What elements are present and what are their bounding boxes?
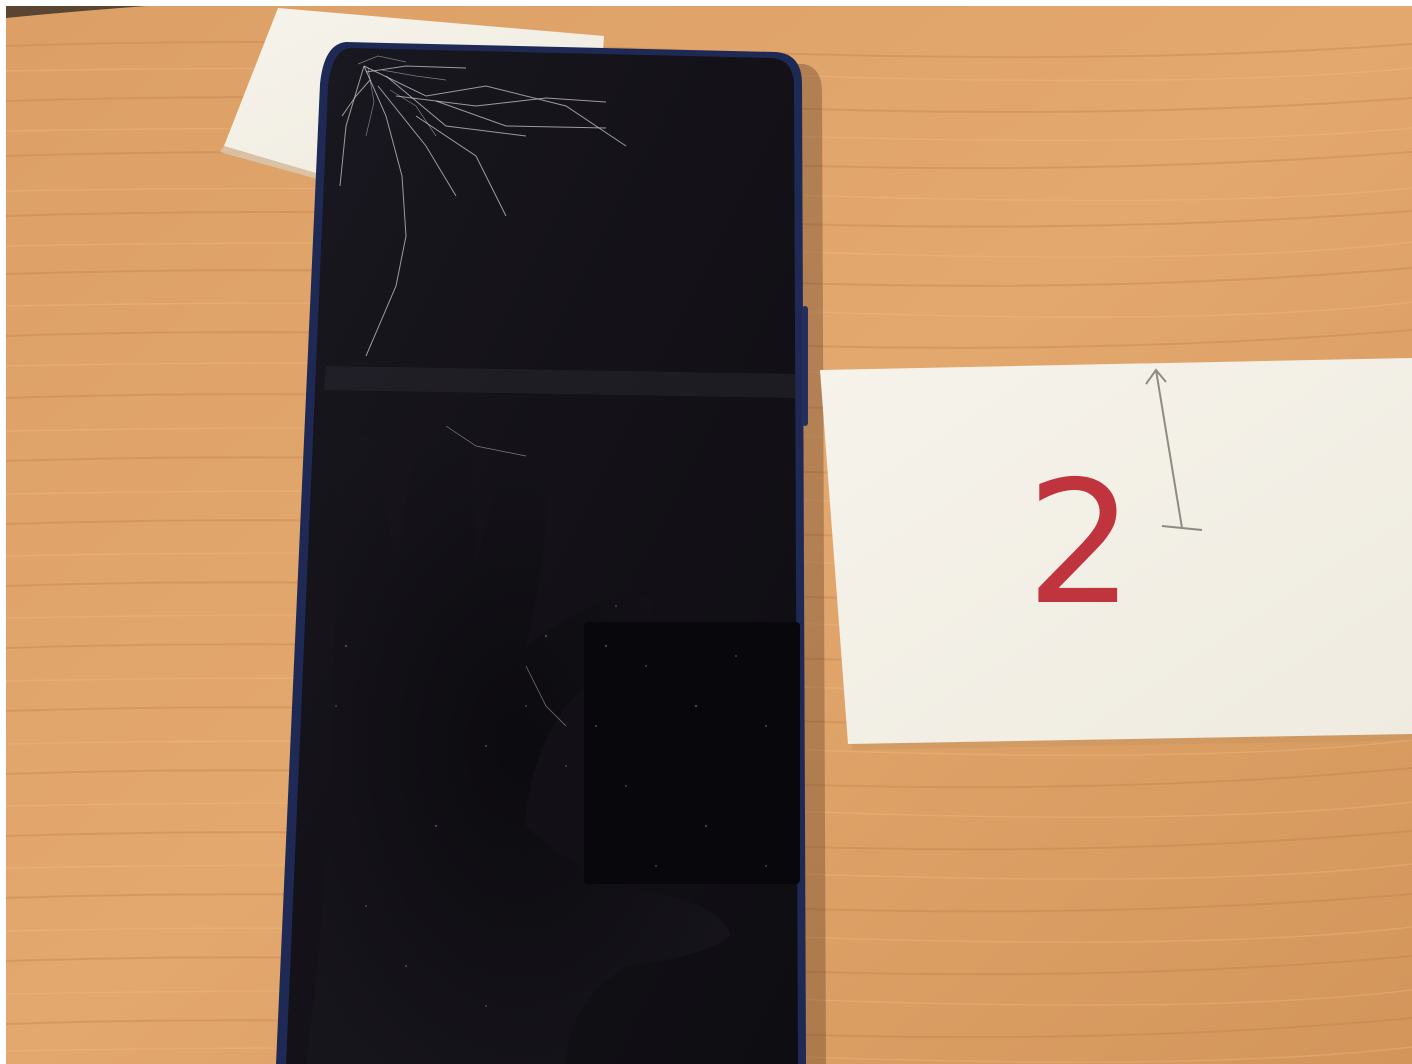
object-reflection bbox=[584, 622, 800, 884]
scene-svg: 2 bbox=[6, 6, 1412, 1064]
label-card: 2 bbox=[820, 358, 1412, 750]
handwritten-number: 2 bbox=[1026, 445, 1134, 643]
photo-frame: 2 bbox=[6, 6, 1412, 1064]
phone-side-button bbox=[802, 306, 808, 426]
